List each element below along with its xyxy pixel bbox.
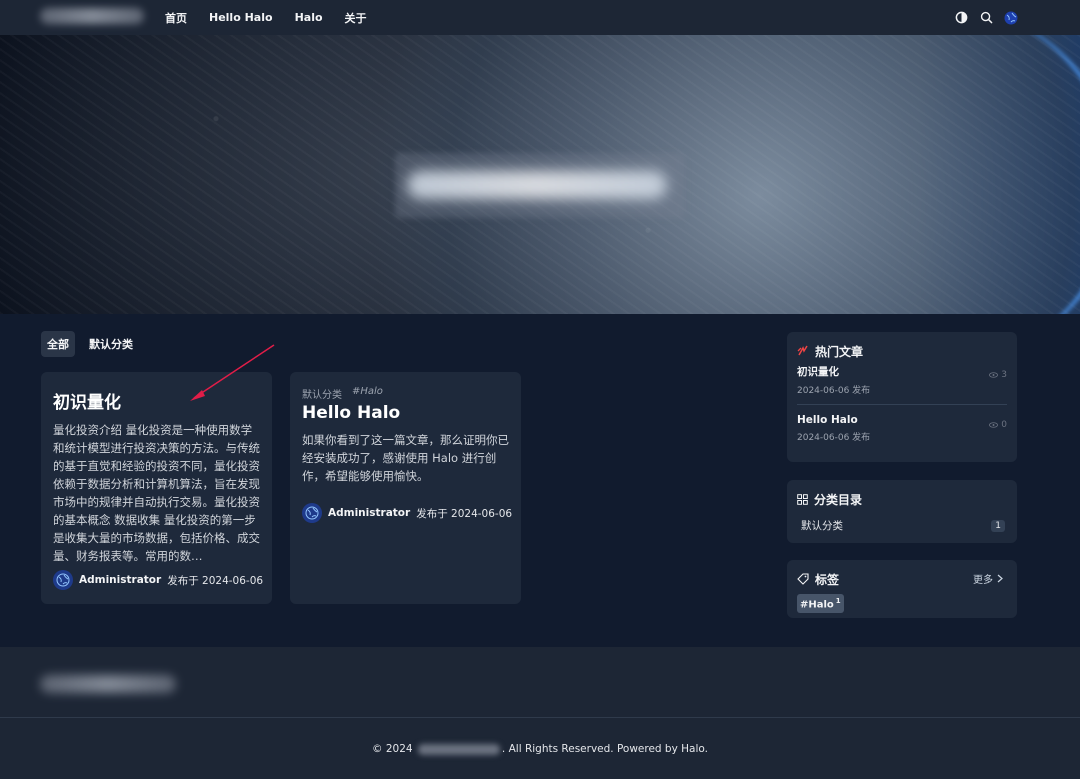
footer-brand-logo[interactable] xyxy=(40,675,176,693)
widget-header: 标签 更多 xyxy=(797,571,1007,587)
widget-title: 热门文章 xyxy=(815,344,864,359)
post-excerpt: 如果你看到了这一篇文章，那么证明你已经安装成功了，感谢使用 Halo 进行创作，… xyxy=(302,433,509,483)
hero-banner xyxy=(0,35,1080,314)
hot-post-title[interactable]: 初识量化 xyxy=(797,364,1007,379)
site-brand-logo[interactable] xyxy=(40,8,144,24)
menu-item-hello-halo[interactable]: Hello Halo xyxy=(209,11,273,24)
search-icon[interactable] xyxy=(979,11,993,25)
top-nav: 首页 Hello Halo Halo 关于 xyxy=(0,0,1080,35)
menu-item-home[interactable]: 首页 xyxy=(165,10,187,26)
copyright-text: © 2024 . All Rights Reserved. Powered by… xyxy=(372,743,708,755)
tags-more-link[interactable]: 更多 xyxy=(973,571,1003,586)
menu-item-about[interactable]: 关于 xyxy=(345,10,367,26)
nav-icon-group xyxy=(954,0,1018,35)
widget-title: 分类目录 xyxy=(814,492,863,507)
post-title[interactable]: 初识量化 xyxy=(53,388,260,413)
post-tag[interactable]: #Halo xyxy=(352,386,383,401)
list-item[interactable]: Hello Halo 2024-06-06 发布 0 xyxy=(797,404,1007,451)
widget-title: 标签 xyxy=(815,572,840,587)
tag-chip-halo[interactable]: #Halo 1 xyxy=(797,594,844,614)
globe-icon[interactable] xyxy=(1004,11,1018,25)
view-count: 0 xyxy=(989,420,1007,430)
theme-toggle-icon[interactable] xyxy=(954,11,968,25)
post-excerpt: 量化投资介绍 量化投资是一种使用数学和统计模型进行投资决策的方法。与传统的基于直… xyxy=(53,423,260,563)
chevron-right-icon xyxy=(997,574,1003,583)
post-card[interactable]: 默认分类 #Halo Hello Halo 如果你看到了这一篇文章，那么证明你已… xyxy=(290,372,521,604)
category-tabs: 全部 默认分类 xyxy=(41,331,139,357)
post-card[interactable]: 初识量化 量化投资介绍 量化投资是一种使用数学和统计模型进行投资决策的方法。与传… xyxy=(41,372,272,604)
tab-default-category[interactable]: 默认分类 xyxy=(83,331,139,357)
list-item[interactable]: 初识量化 2024-06-06 发布 3 xyxy=(797,358,1007,404)
post-author: Administrator 发布于 2024-06-06 xyxy=(302,503,512,523)
menu-item-halo[interactable]: Halo xyxy=(295,11,323,24)
hot-post-date: 2024-06-06 发布 xyxy=(797,433,871,443)
category-count-badge: 1 xyxy=(991,519,1005,532)
post-date: 发布于 2024-06-06 xyxy=(416,507,513,520)
hot-post-date: 2024-06-06 发布 xyxy=(797,386,871,396)
avatar[interactable] xyxy=(302,503,322,523)
categories-widget: 分类目录 默认分类 1 xyxy=(787,480,1017,543)
eye-icon xyxy=(989,422,999,428)
post-title[interactable]: Hello Halo xyxy=(302,403,509,423)
tab-all[interactable]: 全部 xyxy=(41,331,75,357)
category-name[interactable]: 默认分类 xyxy=(801,518,843,533)
tag-icon xyxy=(797,573,809,585)
author-name[interactable]: Administrator xyxy=(328,507,410,519)
author-name[interactable]: Administrator xyxy=(79,574,161,586)
post-date: 发布于 2024-06-06 xyxy=(167,574,264,587)
post-category[interactable]: 默认分类 xyxy=(302,386,342,401)
hot-posts-widget: 热门文章 初识量化 2024-06-06 发布 3 Hello Halo 202… xyxy=(787,332,1017,462)
site-footer: © 2024 . All Rights Reserved. Powered by… xyxy=(0,647,1080,779)
avatar[interactable] xyxy=(53,570,73,590)
category-item[interactable]: 默认分类 1 xyxy=(797,518,1007,533)
footer-divider xyxy=(0,717,1080,718)
tags-widget: 标签 更多 #Halo 1 xyxy=(787,560,1017,618)
grid-icon xyxy=(797,493,808,505)
eye-icon xyxy=(989,372,999,378)
hero-title-blurred xyxy=(407,171,667,199)
main-menu: 首页 Hello Halo Halo 关于 xyxy=(165,0,367,35)
hero-earth-rim xyxy=(900,35,1080,314)
post-meta: 默认分类 #Halo xyxy=(302,386,509,401)
view-count: 3 xyxy=(989,370,1007,380)
post-author: Administrator 发布于 2024-06-06 xyxy=(53,570,263,590)
fire-icon xyxy=(797,345,808,356)
hero-site-title xyxy=(395,153,685,218)
blurred-site-name xyxy=(417,743,500,755)
widget-header: 热门文章 xyxy=(797,344,1007,359)
widget-header: 分类目录 xyxy=(797,492,1007,507)
hot-post-title[interactable]: Hello Halo xyxy=(797,414,1007,426)
